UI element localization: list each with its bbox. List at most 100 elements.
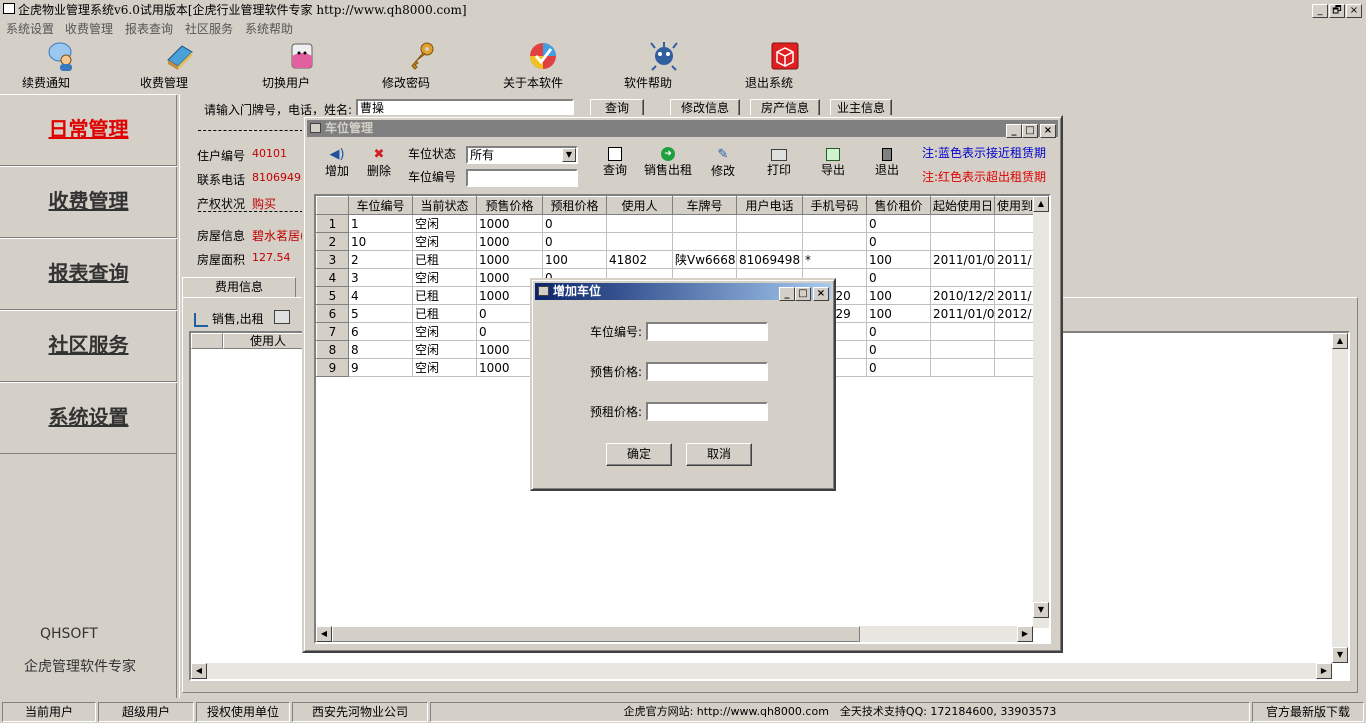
space-num-input[interactable] bbox=[466, 169, 578, 187]
switch-user-button[interactable]: 切换用户 bbox=[262, 40, 342, 90]
table-cell[interactable] bbox=[930, 214, 995, 233]
minimize-icon[interactable]: _ bbox=[779, 287, 795, 301]
scroll-down-icon[interactable]: ▼ bbox=[1033, 602, 1049, 618]
close-icon[interactable]: × bbox=[1346, 4, 1362, 18]
tab-fee-info[interactable]: 费用信息 bbox=[182, 277, 296, 297]
menu-community-service[interactable]: 社区服务 bbox=[185, 20, 233, 37]
table-cell[interactable]: 0 bbox=[866, 232, 931, 251]
table-cell[interactable] bbox=[736, 214, 803, 233]
column-header[interactable]: 使用人 bbox=[606, 196, 673, 215]
table-row[interactable]: 3 2 已租 1000 100 41802 陕Vw6668 81069498 * 100 2011/… bbox=[316, 250, 1034, 269]
cancel-button[interactable]: 取消 bbox=[686, 443, 752, 466]
table-cell[interactable]: 1 bbox=[348, 214, 413, 233]
scroll-thumb[interactable] bbox=[332, 626, 860, 642]
table-cell[interactable]: 2011/01/01 bbox=[930, 250, 995, 269]
menu-report-query[interactable]: 报表查询 bbox=[125, 20, 173, 37]
latest-version-link[interactable]: 官方最新版下载 bbox=[1252, 702, 1364, 722]
table-cell[interactable]: 0 bbox=[866, 340, 931, 359]
menu-system-settings[interactable]: 系统设置 bbox=[6, 20, 54, 37]
table-cell[interactable] bbox=[930, 232, 995, 251]
nav-fee-management[interactable]: 收费管理 bbox=[0, 166, 177, 238]
table-cell[interactable]: 空闲 bbox=[412, 232, 477, 251]
table-cell[interactable]: 6 bbox=[348, 322, 413, 341]
column-header[interactable]: 当前状态 bbox=[412, 196, 477, 215]
sell-rent-button[interactable]: 销售,出租 bbox=[194, 310, 264, 327]
column-header[interactable]: 起始使用日 bbox=[930, 196, 995, 215]
column-header[interactable]: 售价租价 bbox=[866, 196, 931, 215]
column-header[interactable]: 车位编号 bbox=[348, 196, 413, 215]
delete-button[interactable]: ✖ 删除 bbox=[362, 147, 396, 179]
space-num-field[interactable] bbox=[646, 322, 768, 341]
table-cell[interactable]: 100 bbox=[866, 304, 931, 323]
table-cell[interactable]: 空闲 bbox=[412, 214, 477, 233]
close-icon[interactable]: × bbox=[813, 287, 829, 301]
exit-system-button[interactable]: 退出系统 bbox=[745, 40, 825, 90]
table-cell[interactable]: 1000 bbox=[476, 250, 543, 269]
restore-icon[interactable]: 🗗 bbox=[1329, 4, 1345, 18]
table-cell[interactable] bbox=[672, 214, 737, 233]
renew-notice-button[interactable]: 续费通知 bbox=[22, 40, 102, 90]
table-cell[interactable] bbox=[994, 214, 1034, 233]
presale-price-field[interactable] bbox=[646, 362, 768, 381]
table-cell[interactable] bbox=[994, 322, 1034, 341]
about-button[interactable]: 关于本软件 bbox=[503, 40, 583, 90]
table-cell[interactable] bbox=[994, 268, 1034, 287]
table-cell[interactable]: 10 bbox=[348, 232, 413, 251]
table-cell[interactable]: 41802 bbox=[606, 250, 673, 269]
table-row[interactable]: 2 10 空闲 1000 0 0 bbox=[316, 232, 1034, 251]
scroll-up-icon[interactable]: ▲ bbox=[1332, 333, 1348, 349]
table-cell[interactable]: 空闲 bbox=[412, 268, 477, 287]
table-cell[interactable]: 1000 bbox=[476, 214, 543, 233]
export-button[interactable]: 导出 bbox=[816, 147, 850, 178]
table-cell[interactable]: * bbox=[802, 250, 867, 269]
table-cell[interactable]: 已租 bbox=[412, 250, 477, 269]
table-cell[interactable]: 3 bbox=[348, 268, 413, 287]
maximize-icon[interactable]: □ bbox=[1022, 124, 1038, 138]
edit-button[interactable]: ✎ 修改 bbox=[706, 147, 740, 179]
table-cell[interactable]: 8 bbox=[348, 340, 413, 359]
table-cell[interactable] bbox=[736, 232, 803, 251]
table-cell[interactable]: 100 bbox=[866, 250, 931, 269]
table-cell[interactable]: 2011/1 bbox=[994, 286, 1034, 305]
table-cell[interactable]: 1000 bbox=[476, 232, 543, 251]
table-cell[interactable]: 2011/1 bbox=[994, 250, 1034, 269]
scroll-up-icon[interactable]: ▲ bbox=[1033, 196, 1049, 212]
minimize-icon[interactable]: _ bbox=[1006, 124, 1022, 138]
parking-grid-hscroll[interactable]: ◀ ▶ bbox=[316, 626, 1033, 642]
table-cell[interactable] bbox=[672, 232, 737, 251]
scroll-down-icon[interactable]: ▼ bbox=[1332, 647, 1348, 663]
exit-button[interactable]: 退出 bbox=[870, 147, 904, 178]
minimize-icon[interactable]: _ bbox=[1312, 4, 1328, 18]
table-cell[interactable] bbox=[606, 232, 673, 251]
column-header[interactable]: 车牌号 bbox=[672, 196, 737, 215]
table-row[interactable]: 1 1 空闲 1000 0 0 bbox=[316, 214, 1034, 233]
column-header[interactable]: 预售价格 bbox=[476, 196, 543, 215]
column-header[interactable]: 使用到 bbox=[994, 196, 1034, 215]
fee-management-button[interactable]: 收费管理 bbox=[140, 40, 220, 90]
table-cell[interactable]: 已租 bbox=[412, 286, 477, 305]
menu-system-help[interactable]: 系统帮助 bbox=[245, 20, 293, 37]
fee-grid-hscroll[interactable]: ◀ ▶ bbox=[191, 663, 1332, 679]
table-cell[interactable]: 2011/01/01 bbox=[930, 304, 995, 323]
table-cell[interactable]: 0 bbox=[866, 358, 931, 377]
column-header[interactable]: 预租价格 bbox=[542, 196, 607, 215]
table-cell[interactable] bbox=[802, 232, 867, 251]
table-cell[interactable]: 陕Vw6668 bbox=[672, 250, 737, 269]
column-header[interactable]: 手机号码 bbox=[802, 196, 867, 215]
table-cell[interactable]: 100 bbox=[866, 286, 931, 305]
status-select[interactable]: 所有 ▼ bbox=[466, 146, 578, 164]
table-cell[interactable]: 9 bbox=[348, 358, 413, 377]
table-cell[interactable]: 0 bbox=[866, 268, 931, 287]
table-cell[interactable] bbox=[802, 214, 867, 233]
menu-fee-management[interactable]: 收费管理 bbox=[65, 20, 113, 37]
table-cell[interactable] bbox=[606, 214, 673, 233]
table-cell[interactable] bbox=[994, 358, 1034, 377]
table-cell[interactable]: 5 bbox=[348, 304, 413, 323]
table-cell[interactable]: 2010/12/20 bbox=[930, 286, 995, 305]
table-cell[interactable]: 2 bbox=[348, 250, 413, 269]
table-cell[interactable] bbox=[994, 340, 1034, 359]
nav-daily-management[interactable]: 日常管理 bbox=[0, 94, 177, 166]
scroll-right-icon[interactable]: ▶ bbox=[1316, 663, 1332, 679]
table-cell[interactable]: 0 bbox=[542, 214, 607, 233]
scroll-left-icon[interactable]: ◀ bbox=[316, 626, 332, 642]
